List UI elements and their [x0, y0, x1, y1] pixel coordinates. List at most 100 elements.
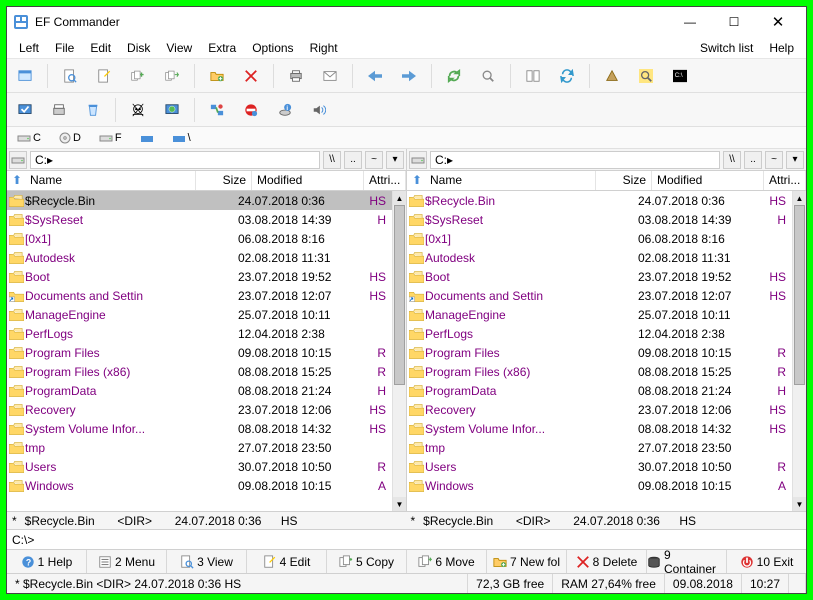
forward-icon[interactable] — [395, 63, 423, 89]
menu-right[interactable]: Right — [302, 39, 346, 57]
file-row[interactable]: ProgramData08.08.2018 21:24H — [7, 381, 392, 400]
menu-left[interactable]: Left — [11, 39, 47, 57]
menu-edit[interactable]: Edit — [82, 39, 119, 57]
file-row[interactable]: Documents and Settin23.07.2018 12:07HS — [7, 286, 392, 305]
file-row[interactable]: $Recycle.Bin24.07.2018 0:36HS — [407, 191, 792, 210]
scanner-icon[interactable] — [45, 97, 73, 123]
fnkey-exit[interactable]: 10 Exit — [727, 550, 806, 573]
file-row[interactable]: Recovery23.07.2018 12:06HS — [7, 400, 392, 419]
right-nav-root[interactable]: \\ — [723, 151, 741, 169]
col-size[interactable]: Size — [196, 171, 252, 190]
file-row[interactable]: $SysReset03.08.2018 14:39H — [407, 210, 792, 229]
refresh-icon[interactable] — [440, 63, 468, 89]
edit-page-icon[interactable] — [90, 63, 118, 89]
file-row[interactable]: Program Files (x86)08.08.2018 15:25R — [407, 362, 792, 381]
skull-icon[interactable] — [124, 97, 152, 123]
fnkey-copy[interactable]: 5 Copy — [327, 550, 407, 573]
delete-icon[interactable] — [237, 63, 265, 89]
block-icon[interactable] — [237, 97, 265, 123]
menu-help[interactable]: Help — [761, 39, 802, 57]
left-path[interactable]: C:▸ — [30, 151, 320, 169]
file-row[interactable]: Windows09.08.2018 10:15A — [407, 476, 792, 495]
drive-d[interactable]: D — [53, 129, 87, 147]
right-filelist[interactable]: $Recycle.Bin24.07.2018 0:36HS$SysReset03… — [407, 191, 806, 511]
find-files-icon[interactable] — [632, 63, 660, 89]
maximize-button[interactable]: ☐ — [712, 8, 756, 36]
file-row[interactable]: Program Files (x86)08.08.2018 15:25R — [7, 362, 392, 381]
move-icon[interactable] — [158, 63, 186, 89]
menu-switch-list[interactable]: Switch list — [692, 39, 761, 57]
view-page-icon[interactable] — [56, 63, 84, 89]
up-arrow-icon[interactable]: ⬆ — [7, 171, 25, 190]
left-drive-menu[interactable] — [9, 151, 27, 169]
fnkey-help[interactable]: ? 1 Help — [7, 550, 87, 573]
fnkey-menu[interactable]: 2 Menu — [87, 550, 167, 573]
file-row[interactable]: Boot23.07.2018 19:52HS — [407, 267, 792, 286]
file-row[interactable]: Users30.07.2018 10:50R — [407, 457, 792, 476]
menu-file[interactable]: File — [47, 39, 82, 57]
copy-icon[interactable] — [124, 63, 152, 89]
left-filelist[interactable]: $Recycle.Bin24.07.2018 0:36HS$SysReset03… — [7, 191, 406, 511]
file-row[interactable]: Autodesk02.08.2018 11:31 — [407, 248, 792, 267]
minimize-button[interactable]: — — [668, 8, 712, 36]
col-name[interactable]: Name — [25, 171, 196, 190]
col-modified[interactable]: Modified — [652, 171, 764, 190]
trash-icon[interactable] — [79, 97, 107, 123]
pyramid-icon[interactable] — [598, 63, 626, 89]
fnkey-container[interactable]: 9 Container — [647, 550, 727, 573]
file-row[interactable]: PerfLogs12.04.2018 2:38 — [7, 324, 392, 343]
file-row[interactable]: Windows09.08.2018 10:15A — [7, 476, 392, 495]
close-button[interactable]: ✕ — [756, 8, 800, 36]
file-row[interactable]: $Recycle.Bin24.07.2018 0:36HS — [7, 191, 392, 210]
left-nav-home[interactable]: ~ — [365, 151, 383, 169]
left-nav-root[interactable]: \\ — [323, 151, 341, 169]
monitor-check-icon[interactable] — [11, 97, 39, 123]
sync-icon[interactable] — [553, 63, 581, 89]
search-icon[interactable] — [474, 63, 502, 89]
file-row[interactable]: [0x1]06.08.2018 8:16 — [407, 229, 792, 248]
col-name[interactable]: Name — [425, 171, 596, 190]
right-nav-menu[interactable]: ▾ — [786, 151, 804, 169]
file-row[interactable]: Recovery23.07.2018 12:06HS — [407, 400, 792, 419]
file-row[interactable]: Program Files09.08.2018 10:15R — [407, 343, 792, 362]
compare-icon[interactable] — [519, 63, 547, 89]
sound-icon[interactable] — [305, 97, 333, 123]
col-attr[interactable]: Attri... — [364, 171, 406, 190]
right-scrollbar[interactable]: ▲▼ — [792, 191, 806, 511]
file-row[interactable]: ProgramData08.08.2018 21:24H — [407, 381, 792, 400]
left-nav-menu[interactable]: ▾ — [386, 151, 404, 169]
right-nav-home[interactable]: ~ — [765, 151, 783, 169]
col-modified[interactable]: Modified — [252, 171, 364, 190]
col-size[interactable]: Size — [596, 171, 652, 190]
file-row[interactable]: Program Files09.08.2018 10:15R — [7, 343, 392, 362]
command-line[interactable]: C:\> — [7, 529, 806, 549]
console-icon[interactable]: C:\ — [666, 63, 694, 89]
file-row[interactable]: [0x1]06.08.2018 8:16 — [7, 229, 392, 248]
file-row[interactable]: PerfLogs12.04.2018 2:38 — [407, 324, 792, 343]
menu-disk[interactable]: Disk — [119, 39, 158, 57]
mail-icon[interactable] — [316, 63, 344, 89]
drive-f[interactable]: F — [93, 129, 128, 147]
right-drive-menu[interactable] — [409, 151, 427, 169]
file-row[interactable]: tmp27.07.2018 23:50 — [407, 438, 792, 457]
left-nav-up[interactable]: .. — [344, 151, 362, 169]
file-row[interactable]: ManageEngine25.07.2018 10:11 — [407, 305, 792, 324]
fnkey-move[interactable]: 6 Move — [407, 550, 487, 573]
disk-info-icon[interactable]: i — [271, 97, 299, 123]
drive-c[interactable]: C — [11, 129, 47, 147]
menu-extra[interactable]: Extra — [200, 39, 244, 57]
drive-browse-2[interactable]: \ — [166, 129, 197, 147]
file-row[interactable]: Autodesk02.08.2018 11:31 — [7, 248, 392, 267]
col-attr[interactable]: Attri... — [764, 171, 806, 190]
fnkey-view[interactable]: 3 View — [167, 550, 247, 573]
menu-options[interactable]: Options — [244, 39, 301, 57]
file-row[interactable]: Users30.07.2018 10:50R — [7, 457, 392, 476]
up-arrow-icon[interactable]: ⬆ — [407, 171, 425, 190]
file-row[interactable]: System Volume Infor...08.08.2018 14:32HS — [7, 419, 392, 438]
fnkey-edit[interactable]: 4 Edit — [247, 550, 327, 573]
menu-view[interactable]: View — [158, 39, 200, 57]
back-icon[interactable] — [361, 63, 389, 89]
right-path[interactable]: C:▸ — [430, 151, 720, 169]
monitor-globe-icon[interactable] — [158, 97, 186, 123]
file-row[interactable]: Documents and Settin23.07.2018 12:07HS — [407, 286, 792, 305]
